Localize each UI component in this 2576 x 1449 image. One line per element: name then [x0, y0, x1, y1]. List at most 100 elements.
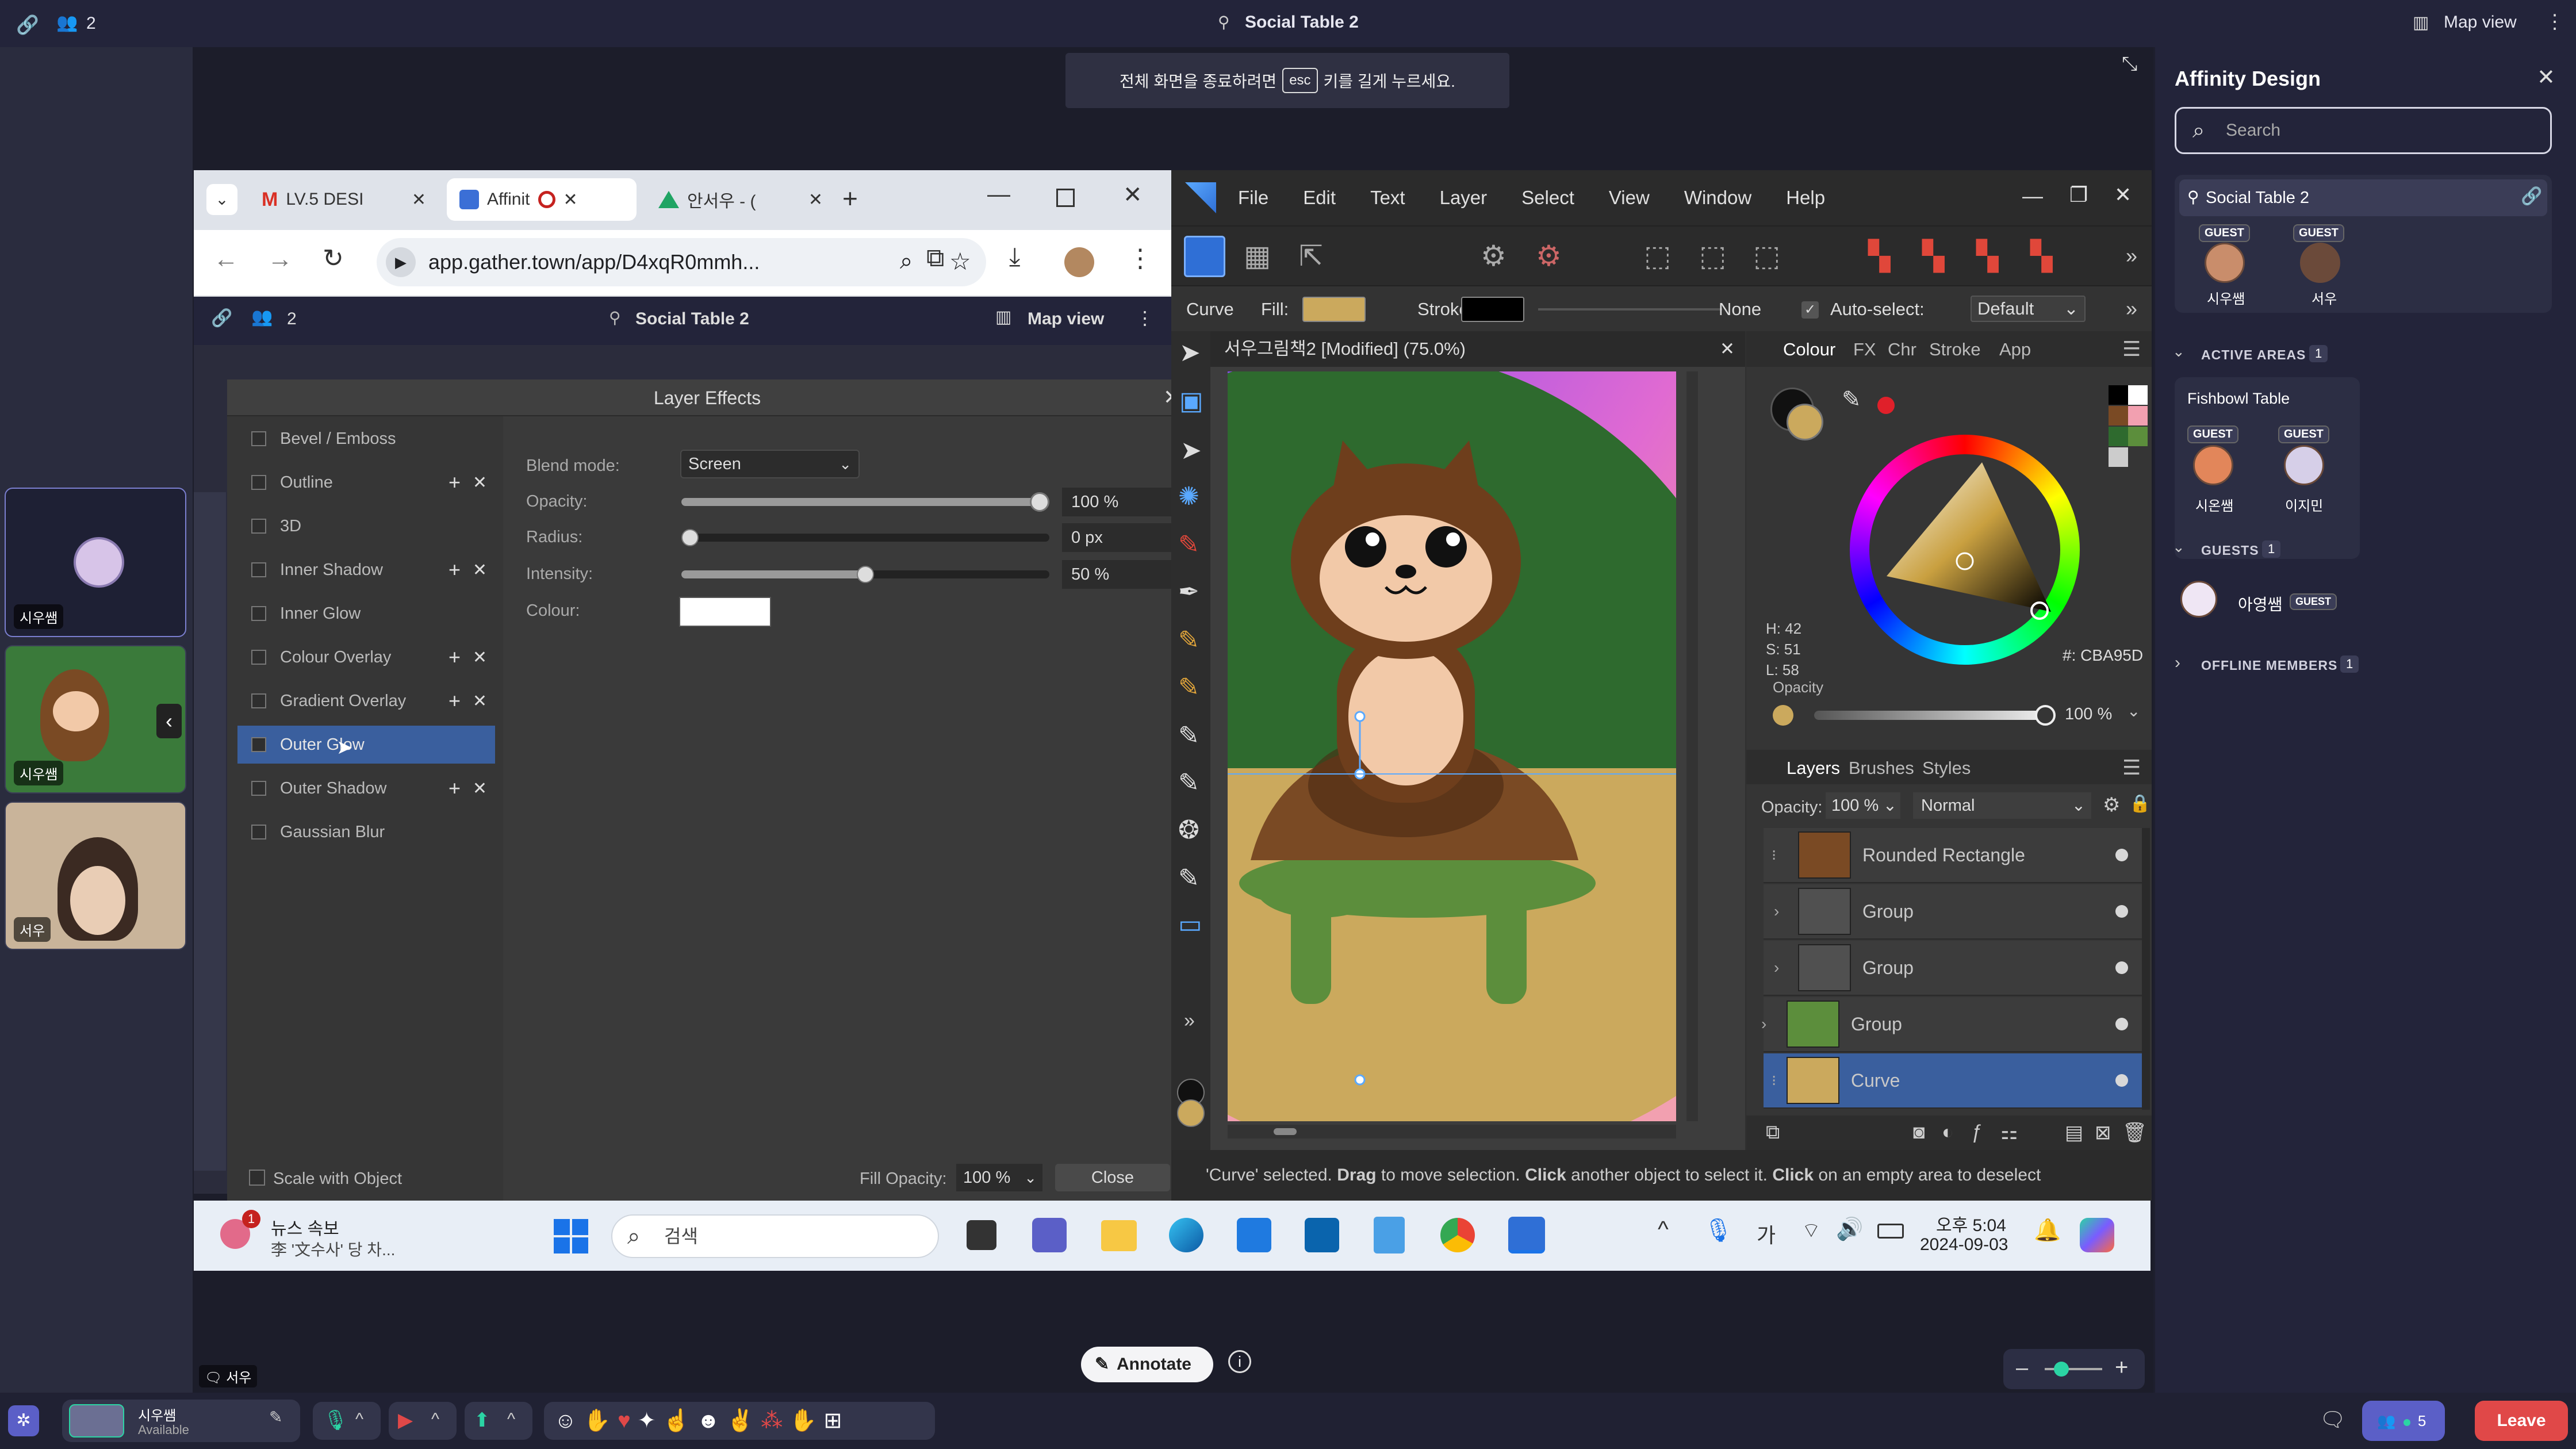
- boolean-intersect-icon[interactable]: ▚: [1976, 239, 1998, 273]
- bookmark-star-icon[interactable]: ☆: [949, 247, 971, 275]
- zoom-in-icon[interactable]: +: [2115, 1355, 2128, 1381]
- expand-chevron-icon[interactable]: ›: [1774, 959, 1779, 977]
- adjustment-icon[interactable]: ◐: [1942, 1121, 1954, 1144]
- place-image-tool-icon[interactable]: ▭: [1178, 910, 1202, 939]
- pencil-tool-icon[interactable]: ✎: [1178, 530, 1199, 559]
- fishbowl-card[interactable]: Fishbowl Table GUEST 시온쌤 GUEST 이지민: [2175, 377, 2360, 559]
- tab-brushes[interactable]: Brushes: [1849, 758, 1914, 779]
- minimize-icon[interactable]: —: [987, 182, 1010, 208]
- hex-readout[interactable]: #: CBA95D: [2063, 646, 2143, 665]
- designer-persona-icon[interactable]: [1184, 236, 1225, 277]
- participants-icon[interactable]: 👥: [56, 13, 78, 33]
- add-icon[interactable]: +: [448, 470, 461, 494]
- effect-checkbox[interactable]: [251, 825, 266, 839]
- chevron-down-icon[interactable]: ⌄: [2172, 538, 2185, 556]
- toolbar-overflow-icon[interactable]: »: [2126, 244, 2137, 268]
- visibility-dot[interactable]: [2115, 905, 2128, 918]
- more-reactions-icon[interactable]: ⊞: [824, 1409, 849, 1433]
- opacity-slider-knob[interactable]: [2035, 705, 2056, 726]
- zoom-icon[interactable]: ⌕: [900, 248, 913, 274]
- stroke-width-slider[interactable]: [1538, 308, 1722, 310]
- effect-bevel-emboss[interactable]: Bevel / Emboss: [237, 420, 495, 458]
- distribute-icon[interactable]: ⬚: [1699, 239, 1726, 273]
- search-input[interactable]: ⌕ Search: [2175, 107, 2552, 154]
- clock-time[interactable]: 오후 5:04: [1936, 1211, 2006, 1236]
- edge-icon[interactable]: [1169, 1218, 1203, 1252]
- fill-opacity-select[interactable]: 100 % ⌄: [956, 1164, 1042, 1191]
- chrome-menu-icon[interactable]: ⋮: [1128, 244, 1153, 273]
- add-icon[interactable]: +: [448, 645, 461, 669]
- close-icon[interactable]: ✕: [808, 190, 823, 210]
- emoji-thumbs-up-icon[interactable]: ☝: [663, 1409, 697, 1433]
- back-icon[interactable]: ←: [213, 245, 239, 274]
- fx-icon[interactable]: ƒ: [1972, 1121, 1983, 1144]
- participants-icon[interactable]: 👥: [251, 307, 273, 327]
- effect-outline[interactable]: Outline + ✕: [237, 463, 495, 501]
- wifi-icon[interactable]: ⌔: [1801, 1218, 1821, 1244]
- zoom-slider[interactable]: [2045, 1362, 2102, 1377]
- add-icon[interactable]: +: [448, 558, 461, 582]
- layer-row[interactable]: › Group: [1764, 941, 2148, 996]
- chrome-icon[interactable]: [1440, 1218, 1475, 1252]
- colour-triangle[interactable]: [1850, 435, 2080, 665]
- artboard-canvas[interactable]: [1228, 371, 1676, 1121]
- effect-gaussian-blur[interactable]: Gaussian Blur: [237, 813, 495, 851]
- screen-share-toggle[interactable]: ⬆ ^: [465, 1402, 532, 1440]
- clock-date[interactable]: 2024-09-03: [1920, 1235, 2008, 1255]
- map-icon[interactable]: ▥: [995, 307, 1011, 327]
- menu-layer[interactable]: Layer: [1440, 187, 1488, 209]
- lock-icon[interactable]: 🔒: [2129, 793, 2150, 814]
- shape-tool-icon[interactable]: ❂: [1178, 815, 1199, 845]
- tab-styles[interactable]: Styles: [1922, 758, 1971, 779]
- affinity-taskbar-icon[interactable]: [1508, 1217, 1545, 1254]
- chevron-up-icon[interactable]: ^: [507, 1410, 515, 1429]
- chevron-up-icon[interactable]: ^: [431, 1410, 439, 1429]
- fill-swatch[interactable]: [1302, 297, 1366, 322]
- remove-icon[interactable]: ✕: [473, 473, 487, 493]
- stroke-swatch[interactable]: [1461, 297, 1524, 322]
- effect-outer-shadow[interactable]: Outer Shadow + ✕: [237, 769, 495, 807]
- new-tab-icon[interactable]: +: [842, 183, 858, 214]
- effect-inner-glow[interactable]: Inner Glow: [237, 595, 495, 632]
- guests-header[interactable]: GUESTS: [2201, 543, 2259, 558]
- emoji-clap-icon[interactable]: ✌: [727, 1409, 761, 1433]
- visibility-dot[interactable]: [2115, 849, 2128, 861]
- tab-fx[interactable]: FX: [1853, 339, 1876, 360]
- horizontal-scrollbar[interactable]: [1228, 1125, 1676, 1138]
- export-persona-icon[interactable]: ⇱: [1299, 239, 1323, 273]
- forward-icon[interactable]: →: [267, 245, 293, 274]
- eyedropper-icon[interactable]: ✎: [1842, 386, 1861, 413]
- eyedropper-tool-icon[interactable]: ✎: [1178, 768, 1199, 798]
- close-window-icon[interactable]: ✕: [1123, 182, 1143, 208]
- zoom-slider-knob[interactable]: [2054, 1362, 2069, 1377]
- add-layer-icon[interactable]: ▤: [2065, 1121, 2083, 1144]
- document-tab[interactable]: 서우그림책2 [Modified] (75.0%) ✕: [1210, 331, 1745, 367]
- boolean-subtract-icon[interactable]: ▚: [1922, 239, 1944, 273]
- opacity-field[interactable]: 100 %: [1062, 488, 1171, 516]
- gather-logo-icon[interactable]: ✲: [8, 1405, 39, 1436]
- pixel-persona-icon[interactable]: ▦: [1244, 239, 1271, 273]
- intensity-slider-knob[interactable]: [857, 566, 874, 583]
- zoom-control[interactable]: – +: [2003, 1349, 2145, 1389]
- avatar[interactable]: [2300, 243, 2340, 283]
- teams-icon[interactable]: [1032, 1218, 1067, 1252]
- snapping-icon[interactable]: ⚙: [1481, 239, 1506, 273]
- user-card[interactable]: 시우쌤 Available ✎: [62, 1400, 300, 1442]
- effect-gradient-overlay[interactable]: Gradient Overlay + ✕: [237, 682, 495, 720]
- layer-drag-handle-icon[interactable]: ⁝: [1772, 846, 1776, 864]
- chevron-left-icon[interactable]: ‹: [156, 704, 182, 738]
- task-view-icon[interactable]: [967, 1220, 996, 1250]
- boolean-xor-icon[interactable]: ▚: [2030, 239, 2052, 273]
- remove-icon[interactable]: ✕: [473, 560, 487, 580]
- show-hidden-icons[interactable]: ^: [1658, 1217, 1669, 1243]
- emoji-party-icon[interactable]: ✦: [638, 1409, 663, 1433]
- expand-chevron-icon[interactable]: ›: [1761, 1015, 1766, 1033]
- copilot-icon[interactable]: [2080, 1218, 2114, 1252]
- notification-bell-icon[interactable]: 🔔: [2034, 1218, 2061, 1243]
- download-icon[interactable]: ⤓: [1009, 243, 1020, 271]
- chevron-right-icon[interactable]: ›: [2175, 653, 2180, 673]
- link-icon[interactable]: 🔗: [211, 308, 232, 328]
- new-pixel-layer-icon[interactable]: ⊠: [2095, 1121, 2111, 1144]
- site-info-icon[interactable]: ▶: [386, 247, 416, 277]
- tab-drive[interactable]: 안서우 - ( ✕: [646, 178, 835, 221]
